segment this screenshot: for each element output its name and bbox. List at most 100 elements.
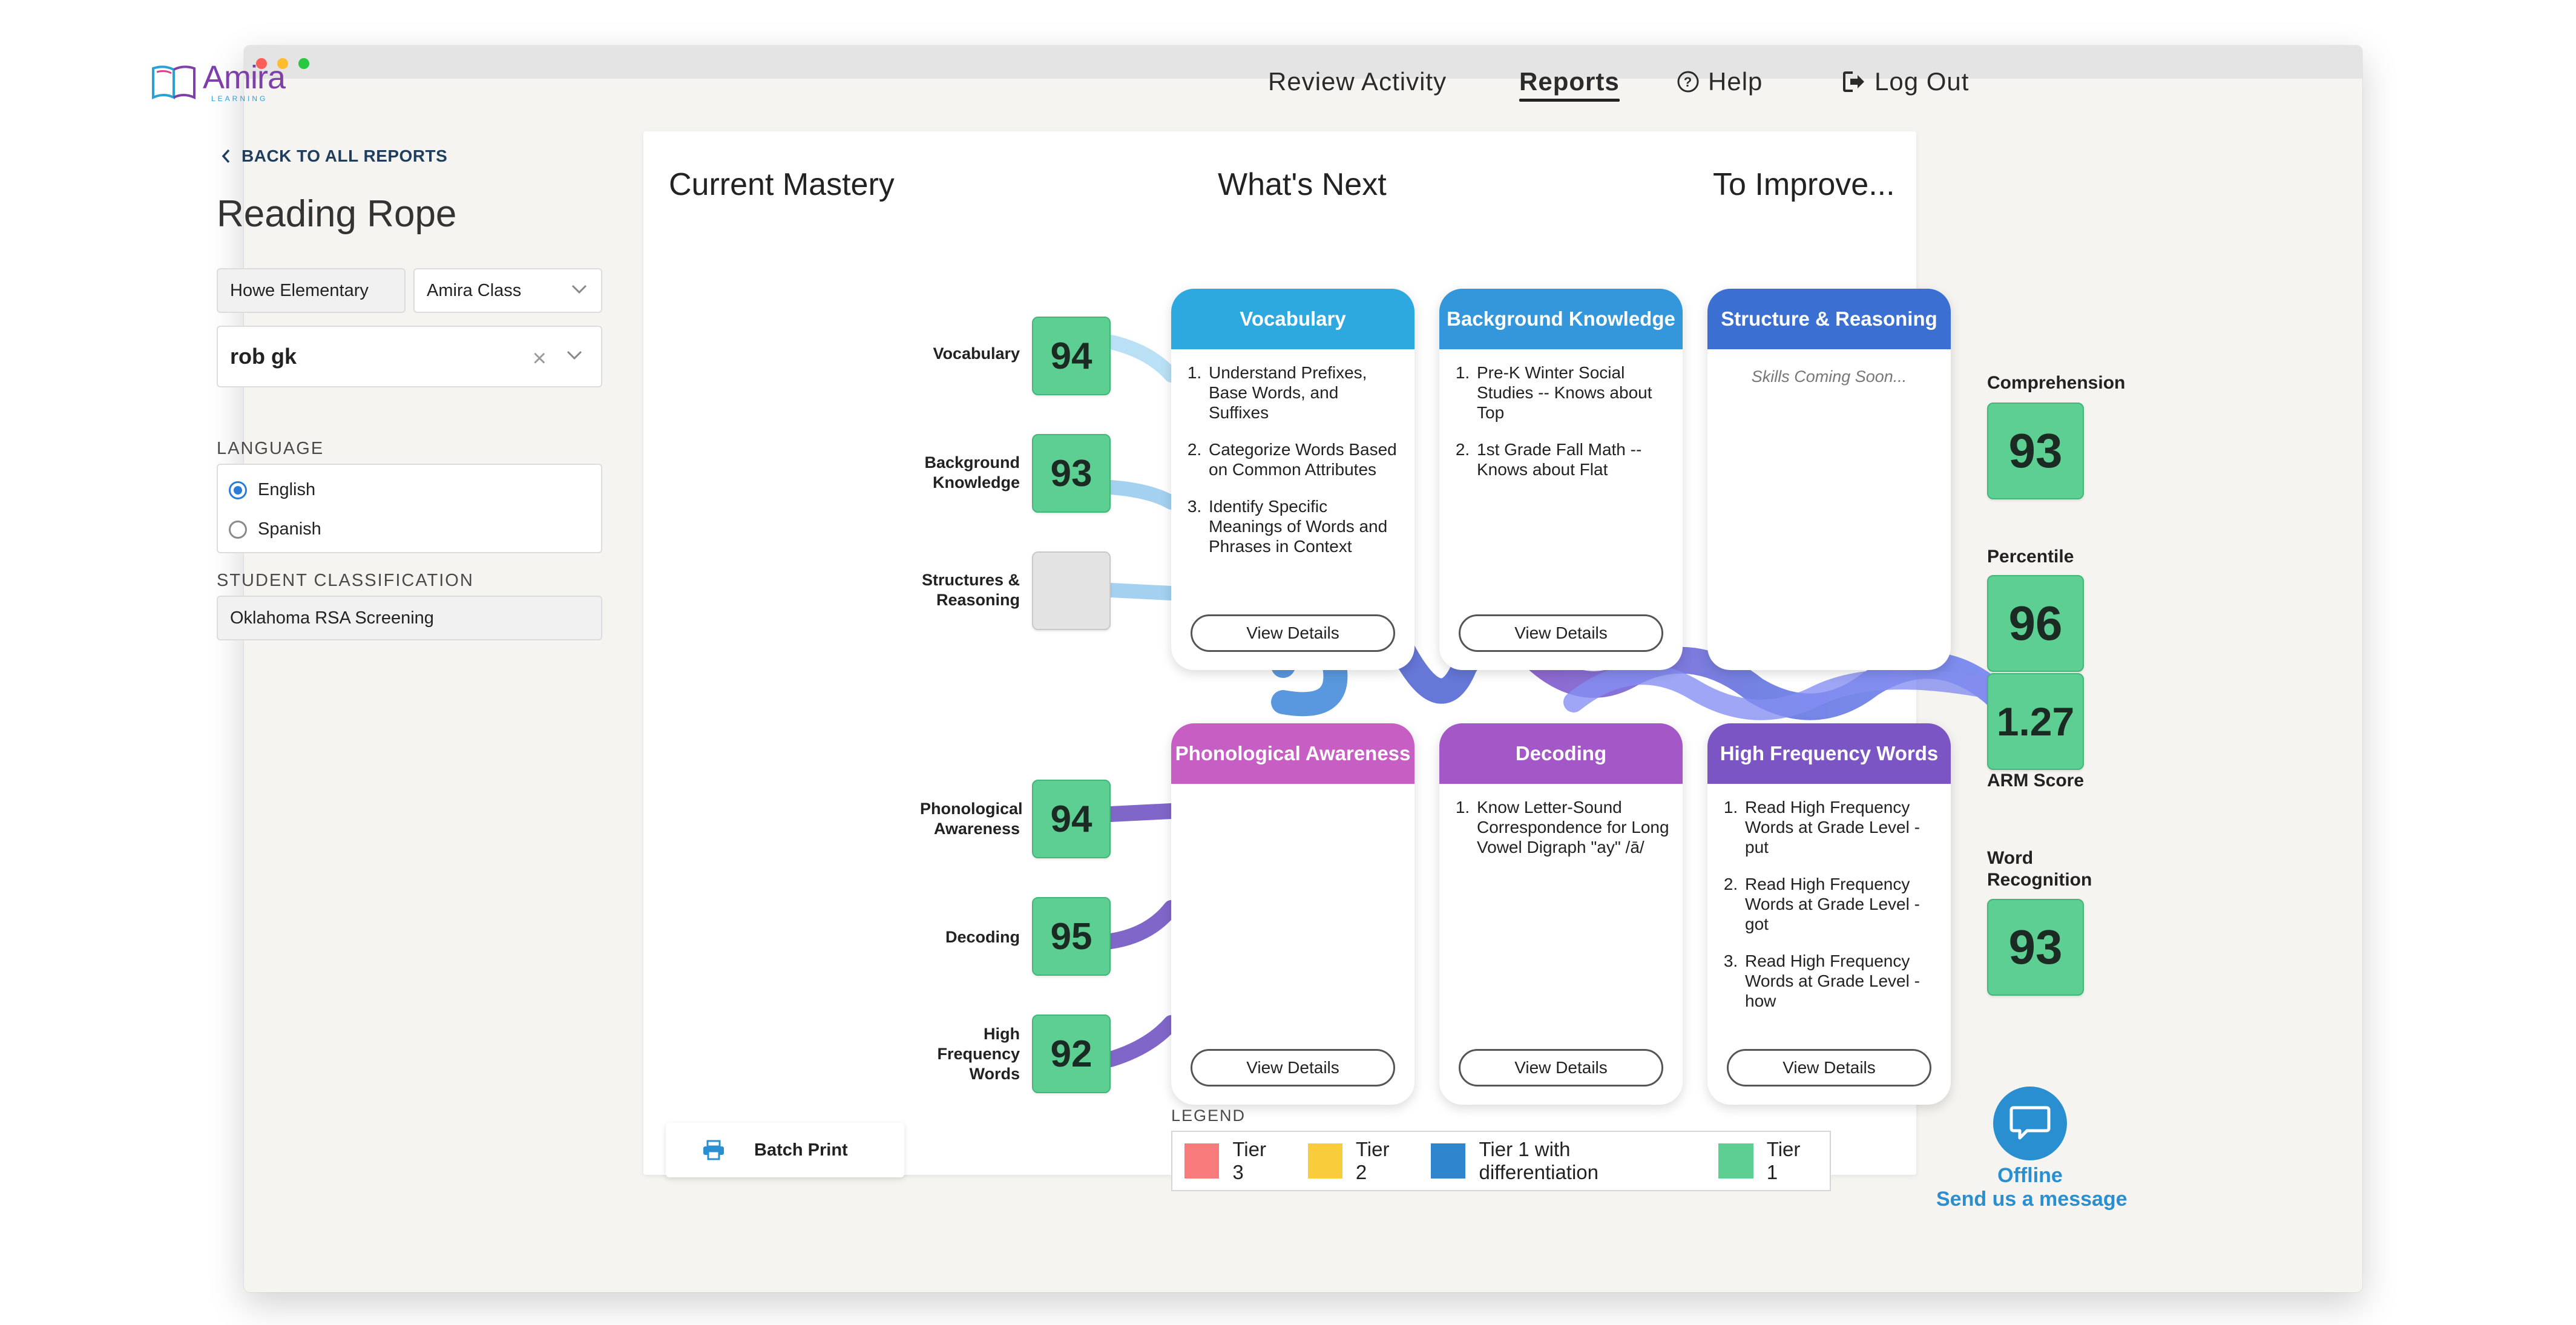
current-mastery-heading: Current Mastery xyxy=(669,167,895,202)
tile-high-frequency-words: High Frequency Words Read High Frequency… xyxy=(1707,723,1951,1105)
view-details-button-decoding[interactable]: View Details xyxy=(1459,1049,1663,1087)
mastery-label-decoding: Decoding xyxy=(945,928,1020,946)
chat-bubble-icon xyxy=(2009,1106,2051,1140)
mastery-label-high-frequency-words: High Frequency Words xyxy=(937,1025,1020,1083)
chevron-down-icon[interactable] xyxy=(566,350,583,361)
language-english-label: English xyxy=(258,480,316,499)
school-value: Howe Elementary xyxy=(230,280,369,300)
legend: Tier 3 Tier 2 Tier 1 with differentiatio… xyxy=(1171,1131,1831,1191)
language-option-spanish[interactable]: Spanish xyxy=(229,519,321,539)
list-item: Know Letter-Sound Correspondence for Lon… xyxy=(1474,797,1671,857)
tile-high-frequency-words-list: Read High Frequency Words at Grade Level… xyxy=(1743,797,1939,1011)
skills-coming-soon-note: Skills Coming Soon... xyxy=(1751,367,1907,386)
legend-item-label: Tier 1 xyxy=(1766,1138,1801,1183)
chevron-down-icon xyxy=(571,284,587,294)
book-logo-icon xyxy=(152,65,196,99)
radio-selected[interactable] xyxy=(229,481,247,499)
school-select[interactable]: Howe Elementary xyxy=(217,268,406,313)
percentile-score[interactable]: 96 xyxy=(1987,575,2084,672)
mastery-score-vocabulary[interactable]: 94 xyxy=(1032,317,1111,395)
tile-decoding-list: Know Letter-Sound Correspondence for Lon… xyxy=(1474,797,1671,857)
student-value: rob gk xyxy=(230,344,297,369)
tile-high-frequency-words-header: High Frequency Words xyxy=(1707,723,1951,784)
view-details-button-vocabulary[interactable]: View Details xyxy=(1191,614,1395,652)
list-item: Categorize Words Based on Common Attribu… xyxy=(1206,439,1402,479)
mastery-label-phonological-awareness: Phonological Awareness xyxy=(920,800,1023,838)
percentile-label: Percentile xyxy=(1987,547,2074,567)
legend-swatch xyxy=(1184,1143,1220,1179)
legend-item-tier-3: Tier 3 xyxy=(1184,1138,1283,1184)
tile-structure-reasoning-header: Structure & Reasoning xyxy=(1707,289,1951,349)
chat-button[interactable] xyxy=(1993,1087,2067,1160)
printer-icon xyxy=(703,1140,724,1160)
mastery-score-high-frequency-words[interactable]: 92 xyxy=(1032,1014,1111,1093)
arm-score-label: ARM Score xyxy=(1987,771,2085,791)
list-item: Read High Frequency Words at Grade Level… xyxy=(1743,951,1939,1011)
tile-vocabulary: Vocabulary Understand Prefixes, Base Wor… xyxy=(1171,289,1414,670)
legend-swatch xyxy=(1307,1143,1342,1179)
chat-widget[interactable]: Offline Send us a message xyxy=(1936,1087,2128,1211)
language-option-english[interactable]: English xyxy=(229,480,315,500)
language-label: LANGUAGE xyxy=(217,439,324,458)
mastery-score-structures-reasoning[interactable] xyxy=(1032,551,1111,630)
nav-log-out[interactable]: Log Out xyxy=(1842,54,1969,109)
mastery-score-decoding[interactable]: 95 xyxy=(1032,897,1111,976)
class-select[interactable]: Amira Class xyxy=(413,268,602,313)
legend-item-tier-1: Tier 1 xyxy=(1718,1138,1816,1184)
active-tab-indicator xyxy=(1519,99,1620,102)
list-item: Pre-K Winter Social Studies -- Knows abo… xyxy=(1474,363,1671,422)
word-recognition-label: Word Recognition xyxy=(1987,848,2092,890)
legend-item-label: Tier 3 xyxy=(1232,1138,1266,1183)
whats-next-heading: What's Next xyxy=(1218,167,1387,202)
tile-vocabulary-list: Understand Prefixes, Base Words, and Suf… xyxy=(1206,363,1402,556)
tile-structure-reasoning: Structure & Reasoning Skills Coming Soon… xyxy=(1707,289,1951,670)
legend-item-tier-1-differentiation: Tier 1 with differentiation xyxy=(1431,1138,1693,1184)
back-to-all-reports-link[interactable]: BACK TO ALL REPORTS xyxy=(221,146,447,166)
arm-score[interactable]: 1.27 xyxy=(1987,673,2084,770)
chevron-left-icon xyxy=(222,149,230,163)
nav-reports[interactable]: Reports xyxy=(1519,54,1620,109)
tile-vocabulary-header: Vocabulary xyxy=(1171,289,1414,349)
list-item: Read High Frequency Words at Grade Level… xyxy=(1743,797,1939,857)
class-value: Amira Class xyxy=(427,280,522,300)
classification-value: Oklahoma RSA Screening xyxy=(230,608,434,628)
nav-help[interactable]: ? Help xyxy=(1677,54,1763,109)
nav-review-label: Review Activity xyxy=(1268,67,1447,96)
batch-print-label: Batch Print xyxy=(754,1140,848,1160)
student-select[interactable]: rob gk × xyxy=(217,326,602,387)
tile-phonological-awareness-header: Phonological Awareness xyxy=(1171,723,1414,784)
word-recognition-score[interactable]: 93 xyxy=(1987,899,2084,996)
legend-label: LEGEND xyxy=(1171,1106,1246,1125)
maximize-window-button[interactable] xyxy=(298,58,309,69)
view-details-button-phonological-awareness[interactable]: View Details xyxy=(1191,1049,1395,1087)
amira-logo[interactable]: Amira LEARNING xyxy=(150,54,286,109)
language-spanish-label: Spanish xyxy=(258,519,321,539)
radio-unselected[interactable] xyxy=(229,520,247,539)
logo-subtitle: LEARNING xyxy=(211,94,268,103)
tile-background-knowledge: Background Knowledge Pre-K Winter Social… xyxy=(1439,289,1683,670)
list-item: 1st Grade Fall Math -- Knows about Flat xyxy=(1474,439,1671,479)
mastery-label-background-knowledge: Background Knowledge xyxy=(924,453,1020,492)
comprehension-label: Comprehension xyxy=(1987,373,2126,393)
mastery-score-phonological-awareness[interactable]: 94 xyxy=(1032,780,1111,858)
nav-reports-label: Reports xyxy=(1519,67,1620,96)
batch-print-button[interactable]: Batch Print xyxy=(666,1123,904,1177)
clear-icon[interactable]: × xyxy=(533,345,547,372)
tile-background-knowledge-list: Pre-K Winter Social Studies -- Knows abo… xyxy=(1474,363,1671,479)
tile-decoding: Decoding Know Letter-Sound Correspondenc… xyxy=(1439,723,1683,1105)
to-improve-heading: To Improve... xyxy=(1713,167,1895,202)
mastery-score-background-knowledge[interactable]: 93 xyxy=(1032,434,1111,513)
list-item: Understand Prefixes, Base Words, and Suf… xyxy=(1206,363,1402,422)
view-details-button-high-frequency-words[interactable]: View Details xyxy=(1727,1049,1931,1087)
nav-review-activity[interactable]: Review Activity xyxy=(1268,54,1447,109)
mastery-label-vocabulary: Vocabulary xyxy=(933,344,1020,363)
student-classification-label: STUDENT CLASSIFICATION xyxy=(217,571,474,590)
chat-message-link[interactable]: Send us a message xyxy=(1936,1187,2128,1211)
nav-log-out-label: Log Out xyxy=(1874,67,1970,96)
classification-field[interactable]: Oklahoma RSA Screening xyxy=(217,596,602,640)
legend-swatch xyxy=(1718,1143,1753,1179)
comprehension-score[interactable]: 93 xyxy=(1987,403,2084,499)
view-details-button-background-knowledge[interactable]: View Details xyxy=(1459,614,1663,652)
tile-decoding-header: Decoding xyxy=(1439,723,1683,784)
page-title: Reading Rope xyxy=(217,193,457,235)
